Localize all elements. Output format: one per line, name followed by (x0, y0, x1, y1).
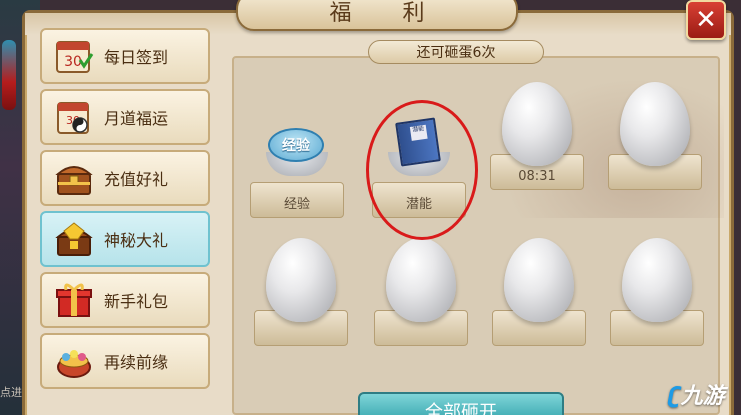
egg-slot-3[interactable]: 08:31 (482, 82, 592, 190)
sidebar-item-label: 每日签到 (104, 48, 169, 67)
sidebar-item-label: 充值好礼 (104, 170, 169, 189)
sidebar-item-label: 月道福运 (104, 109, 169, 128)
close-icon: ✕ (695, 5, 717, 35)
egg-icon (502, 82, 572, 166)
lantern-basket-icon (52, 339, 96, 383)
egg-slot-5[interactable] (246, 238, 356, 346)
egg-icon (622, 238, 692, 322)
egg-slot-8[interactable] (602, 238, 712, 346)
panel-title: 福 利 (329, 1, 447, 26)
remaining-smashes-bar: 还可砸蛋6次 (368, 40, 544, 64)
remaining-smashes-text: 还可砸蛋6次 (416, 45, 496, 61)
smash-all-label: 全部砸开 (425, 402, 497, 415)
egg-icon (620, 82, 690, 166)
scroll-calendar-icon: 30 (52, 95, 96, 139)
sidebar-item-label: 新手礼包 (104, 292, 169, 311)
close-button[interactable]: ✕ (686, 0, 726, 40)
watermark-logo: ʗ九游 (668, 378, 725, 410)
egg-slot-4[interactable] (600, 82, 710, 190)
gift-box-icon (52, 278, 96, 322)
watermark-mark: ʗ (668, 384, 681, 409)
egg-icon (386, 238, 456, 322)
egg-icon (504, 238, 574, 322)
sidebar-item-label: 再续前缘 (104, 353, 169, 372)
calendar-day: 30 (64, 54, 82, 70)
highlight-circle (366, 100, 478, 240)
egg-slot-label: 经验 (283, 197, 310, 212)
smash-all-button[interactable]: 全部砸开 (358, 392, 564, 415)
exp-badge-icon: 经验 (268, 128, 324, 162)
exp-badge-text: 经验 (282, 138, 310, 154)
sidebar-item-mystery-gift[interactable]: 神秘大礼 (40, 211, 210, 267)
sidebar-item-monthly-fortune[interactable]: 30 月道福运 (40, 89, 210, 145)
sidebar-item-renew-fate[interactable]: 再续前缘 (40, 333, 210, 389)
sidebar-item-label: 神秘大礼 (104, 231, 169, 250)
corner-text: 点进 (0, 386, 22, 399)
egg-icon (266, 238, 336, 322)
sidebar-item-daily-sign-in[interactable]: 30 每日签到 (40, 28, 210, 84)
sidebar-item-recharge-gift[interactable]: 充值好礼 (40, 150, 210, 206)
title-plaque: 福 利 (236, 0, 518, 31)
sidebar-item-newbie-pack[interactable]: 新手礼包 (40, 272, 210, 328)
egg-timer: 08:31 (518, 169, 556, 184)
egg-slot-7[interactable] (484, 238, 594, 346)
watermark-brand: 九游 (680, 384, 725, 409)
tassel-decoration (2, 40, 16, 110)
treasure-chest-icon (52, 156, 96, 200)
egg-slot-6[interactable] (366, 238, 476, 346)
egg-slot-1[interactable]: 经验 经验 (242, 110, 352, 218)
calendar-icon: 30 (52, 34, 96, 78)
golden-chest-icon (52, 217, 96, 261)
